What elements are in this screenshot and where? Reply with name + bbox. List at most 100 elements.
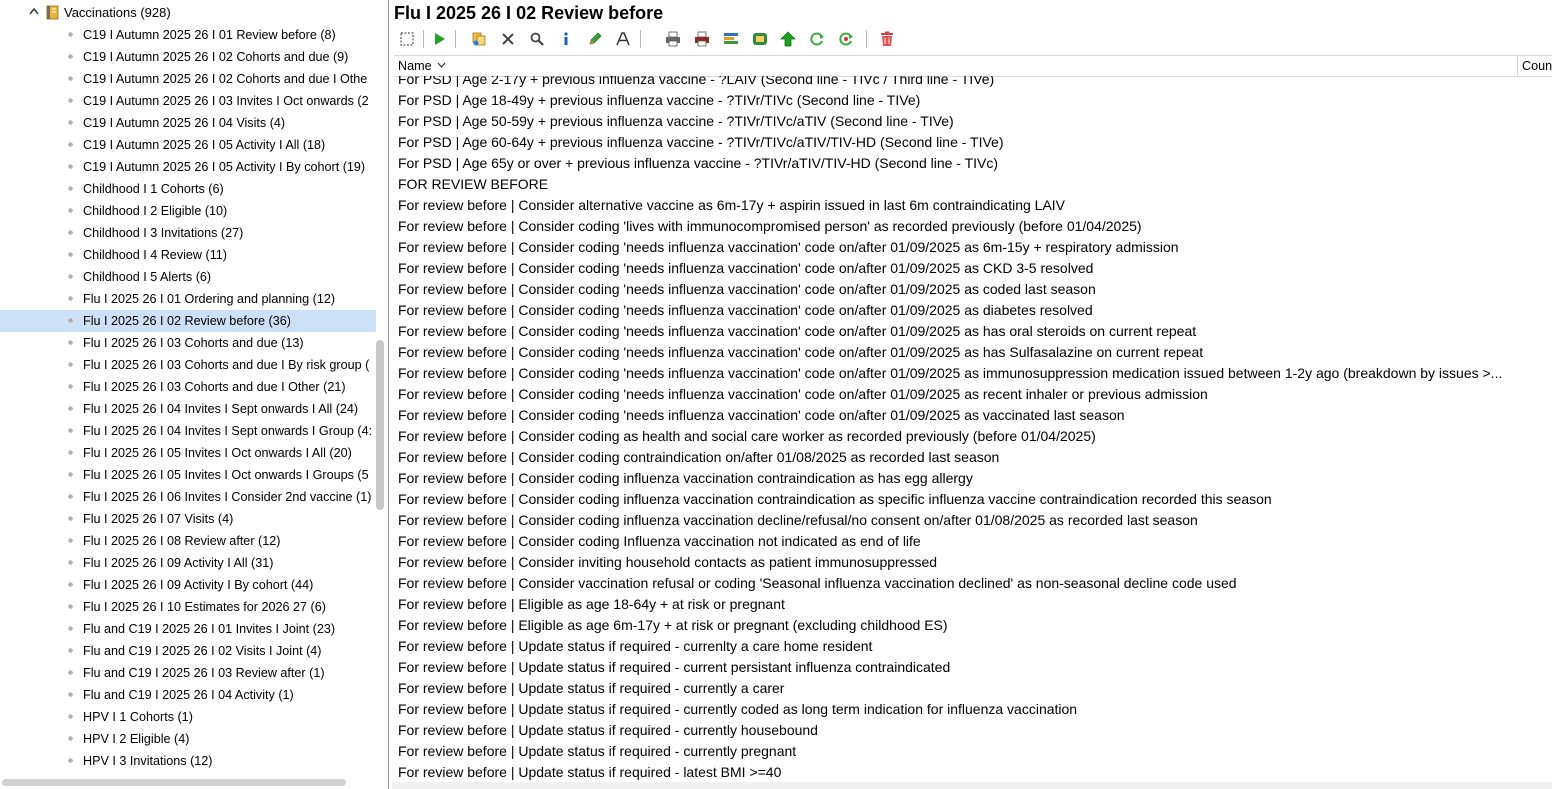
table-row[interactable]: For review before | Update status if req…: [394, 678, 1516, 699]
tree-item[interactable]: HPV I 1 Cohorts (1): [0, 706, 376, 728]
tree-item[interactable]: C19 I Autumn 2025 26 I 05 Activity I All…: [0, 134, 376, 156]
table-row[interactable]: For review before | Consider alternative…: [394, 195, 1516, 216]
rename-button[interactable]: [612, 27, 634, 51]
table-row[interactable]: For review before | Consider inviting ho…: [394, 552, 1516, 573]
tree-horizontal-scrollbar[interactable]: [2, 779, 346, 786]
table-row[interactable]: FOR REVIEW BEFORE: [394, 174, 1516, 195]
tree-item[interactable]: C19 I Autumn 2025 26 I 04 Visits (4): [0, 112, 376, 134]
tree-item[interactable]: Flu I 2025 26 I 06 Invites I Consider 2n…: [0, 486, 376, 508]
table-row[interactable]: For review before | Consider coding as h…: [394, 426, 1516, 447]
tree-item[interactable]: Flu and C19 I 2025 26 I 02 Visits I Join…: [0, 640, 376, 662]
select-all-icon: [400, 32, 414, 46]
tree-item[interactable]: Flu I 2025 26 I 05 Invites I Oct onwards…: [0, 464, 376, 486]
table-row[interactable]: For review before | Update status if req…: [394, 762, 1516, 782]
column-divider[interactable]: [1517, 56, 1518, 76]
tree-item[interactable]: C19 I Autumn 2025 26 I 02 Cohorts and du…: [0, 46, 376, 68]
tree-item-label: Flu I 2025 26 I 04 Invites I Sept onward…: [83, 402, 359, 416]
tree-item[interactable]: Flu I 2025 26 I 03 Cohorts and due I By …: [0, 354, 376, 376]
table-row[interactable]: For review before | Update status if req…: [394, 657, 1516, 678]
tree-item[interactable]: C19 I Autumn 2025 26 I 02 Cohorts and du…: [0, 68, 376, 90]
tree-item[interactable]: Flu I 2025 26 I 09 Activity I By cohort …: [0, 574, 376, 596]
table-row[interactable]: For review before | Eligible as age 6m-1…: [394, 615, 1516, 636]
tree-item[interactable]: Flu I 2025 26 I 09 Activity I All (31): [0, 552, 376, 574]
table-row[interactable]: For review before | Consider coding cont…: [394, 447, 1516, 468]
table-row[interactable]: For PSD | Age 65y or over + previous inf…: [394, 153, 1516, 174]
tree-item[interactable]: Flu I 2025 26 I 03 Cohorts and due (13): [0, 332, 376, 354]
table-row[interactable]: For review before | Consider coding 'nee…: [394, 279, 1516, 300]
tree-item[interactable]: Flu and C19 I 2025 26 I 01 Invites I Joi…: [0, 618, 376, 640]
tree-item[interactable]: Flu I 2025 26 I 03 Cohorts and due I Oth…: [0, 376, 376, 398]
refresh-all-button[interactable]: [835, 27, 857, 51]
refresh-icon: [810, 32, 824, 46]
tree-item[interactable]: Childhood I 1 Cohorts (6): [0, 178, 376, 200]
table-row[interactable]: For PSD | Age 2-17y + previous influenza…: [394, 76, 1516, 90]
copy-button[interactable]: [468, 27, 490, 51]
tree-item[interactable]: C19 I Autumn 2025 26 I 05 Activity I By …: [0, 156, 376, 178]
tree-item[interactable]: Flu I 2025 26 I 10 Estimates for 2026 27…: [0, 596, 376, 618]
search-button[interactable]: [526, 27, 548, 51]
tree-item[interactable]: C19 I Autumn 2025 26 I 01 Review before …: [0, 24, 376, 46]
column-header-name[interactable]: Name: [398, 59, 432, 73]
table-row[interactable]: For review before | Consider coding infl…: [394, 489, 1516, 510]
tree-item[interactable]: HPV I 2 Eligible (4): [0, 728, 376, 750]
table-row[interactable]: For PSD | Age 60-64y + previous influenz…: [394, 132, 1516, 153]
table-row[interactable]: For review before | Consider coding 'nee…: [394, 342, 1516, 363]
move-up-button[interactable]: [777, 27, 799, 51]
select-all-button[interactable]: [396, 27, 418, 51]
tree-item[interactable]: Flu I 2025 26 I 04 Invites I Sept onward…: [0, 398, 376, 420]
table-row[interactable]: For review before | Update status if req…: [394, 699, 1516, 720]
info-button[interactable]: [555, 27, 577, 51]
tree-item-label: Childhood I 2 Eligible (10): [83, 204, 228, 218]
tree-item[interactable]: Childhood I 4 Review (11): [0, 244, 376, 266]
table-row[interactable]: For PSD | Age 18-49y + previous influenz…: [394, 90, 1516, 111]
table-row[interactable]: For review before | Consider coding 'nee…: [394, 237, 1516, 258]
table-row[interactable]: For review before | Consider coding 'nee…: [394, 258, 1516, 279]
table-row[interactable]: For review before | Update status if req…: [394, 636, 1516, 657]
table-row[interactable]: For review before | Eligible as age 18-6…: [394, 594, 1516, 615]
export-button[interactable]: [720, 27, 742, 51]
table-row[interactable]: For review before | Update status if req…: [394, 720, 1516, 741]
table-row[interactable]: For review before | Consider coding Infl…: [394, 531, 1516, 552]
table-row[interactable]: For review before | Consider coding 'liv…: [394, 216, 1516, 237]
run-button[interactable]: [428, 27, 450, 51]
edit-button[interactable]: [584, 27, 606, 51]
tree-item[interactable]: Childhood I 5 Alerts (6): [0, 266, 376, 288]
refresh-button[interactable]: [806, 27, 828, 51]
table-row[interactable]: For review before | Consider coding 'nee…: [394, 384, 1516, 405]
column-header-count[interactable]: Coun: [1522, 59, 1552, 73]
tree-item[interactable]: Flu I 2025 26 I 07 Visits (4): [0, 508, 376, 530]
table-row[interactable]: For review before | Consider coding 'nee…: [394, 300, 1516, 321]
tree-vertical-scrollbar[interactable]: [376, 340, 384, 510]
tree-item[interactable]: Flu I 2025 26 I 04 Invites I Sept onward…: [0, 420, 376, 442]
table-row[interactable]: For review before | Consider coding 'nee…: [394, 321, 1516, 342]
report-bullet-icon: [68, 582, 73, 587]
table-row[interactable]: For PSD | Age 50-59y + previous influenz…: [394, 111, 1516, 132]
print-list-button[interactable]: [691, 27, 713, 51]
table-row[interactable]: For review before | Consider coding infl…: [394, 468, 1516, 489]
tree-item[interactable]: Childhood I 2 Eligible (10): [0, 200, 376, 222]
print-button[interactable]: [662, 27, 684, 51]
chevron-up-icon[interactable]: [27, 4, 41, 20]
table-row[interactable]: For review before | Consider coding 'nee…: [394, 405, 1516, 426]
tree-item[interactable]: HPV I 3 Invitations (12): [0, 750, 376, 772]
table-row[interactable]: For review before | Consider coding infl…: [394, 510, 1516, 531]
tree-item[interactable]: Childhood I 3 Invitations (27): [0, 222, 376, 244]
report-button[interactable]: [749, 27, 771, 51]
table-row[interactable]: For review before | Consider coding 'nee…: [394, 363, 1516, 384]
table-row[interactable]: For review before | Update status if req…: [394, 741, 1516, 762]
trash-button[interactable]: [876, 27, 898, 51]
tree-item[interactable]: Flu I 2025 26 I 08 Review after (12): [0, 530, 376, 552]
report-bullet-icon: [68, 428, 73, 433]
tree-item[interactable]: Flu I 2025 26 I 01 Ordering and planning…: [0, 288, 376, 310]
sort-chevron-down-icon[interactable]: [437, 62, 446, 68]
tree-item[interactable]: Flu I 2025 26 I 02 Review before (36): [0, 310, 376, 332]
tree-node-vaccinations[interactable]: Vaccinations (928): [0, 3, 380, 23]
tree-item[interactable]: C19 I Autumn 2025 26 I 03 Invites I Oct …: [0, 90, 376, 112]
tree-item[interactable]: Flu I 2025 26 I 05 Invites I Oct onwards…: [0, 442, 376, 464]
report-bullet-icon: [68, 362, 73, 367]
grid-horizontal-scrollbar[interactable]: [392, 782, 1552, 789]
delete-button[interactable]: [497, 27, 519, 51]
tree-item[interactable]: Flu and C19 I 2025 26 I 04 Activity (1): [0, 684, 376, 706]
table-row[interactable]: For review before | Consider vaccination…: [394, 573, 1516, 594]
tree-item[interactable]: Flu and C19 I 2025 26 I 03 Review after …: [0, 662, 376, 684]
